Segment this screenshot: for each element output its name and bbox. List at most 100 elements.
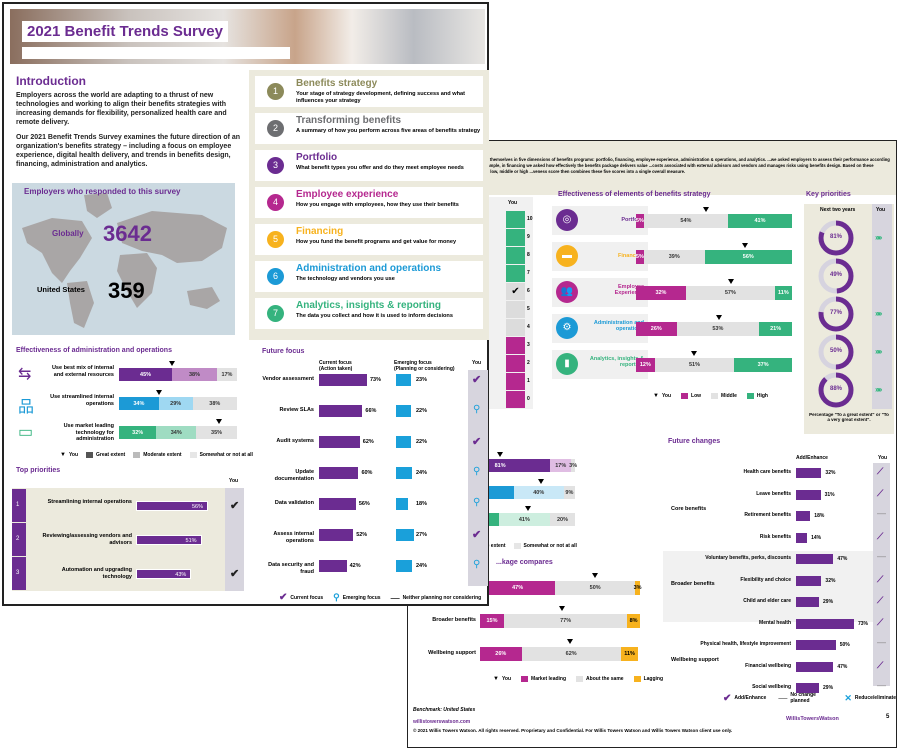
bar-segment: 47%	[480, 581, 556, 595]
admin-ops-heading: Effectiveness of administration and oper…	[16, 347, 172, 354]
bar-segment: 26%	[636, 322, 677, 336]
score-cell: ✔	[506, 283, 525, 300]
current-focus-bar	[319, 529, 354, 541]
sections-panel: 1 Benefits strategy Your stage of strategy…	[249, 70, 489, 340]
priority-donut: 49%	[817, 257, 855, 295]
score-level: 5	[527, 306, 530, 312]
future-changes-legend: ✔ Add/Enhance — No change planned ✕ Reduce/…	[723, 692, 896, 704]
current-focus-value: 56%	[358, 501, 370, 507]
score-cell	[506, 373, 525, 390]
top-priorities-heading: Top priorities	[16, 467, 61, 474]
you-marker-icon	[742, 243, 749, 248]
bar-segment: 11%	[620, 647, 639, 661]
score-level: 4	[527, 324, 530, 330]
section-6[interactable]: 6 Administration and operations The techno…	[255, 261, 483, 292]
emerging-focus-bar	[396, 405, 411, 417]
bar-segment: 17%	[550, 459, 572, 472]
you-marker-icon	[690, 351, 697, 356]
future-change-group-label: Wellbeing support	[671, 656, 719, 663]
bar-segment: 5%	[636, 214, 644, 228]
future-change-bar	[796, 640, 836, 650]
bar-segment: 34%	[156, 426, 197, 439]
section-description: What benefit types you offer and do they…	[296, 165, 464, 171]
donut-value: 50%	[829, 348, 842, 354]
money-icon: ▬	[556, 245, 578, 267]
gear-cycle-icon: ⚙	[556, 317, 578, 339]
admin-ops-bar: 32% 34% 35%	[119, 426, 237, 439]
magnifier-icon: ⚲	[473, 497, 481, 508]
bar-segment: 54%	[643, 214, 729, 228]
bar-segment: 50%	[555, 581, 636, 595]
us-count: 359	[108, 278, 145, 303]
section-number-badge: 6	[267, 268, 284, 285]
future-change-label: Voluntary benefits, perks, discounts	[705, 555, 791, 561]
you-marker-icon	[497, 452, 503, 457]
key-priorities-col: Next two years	[820, 207, 856, 213]
priority-donut: 77%	[817, 295, 855, 333]
section-7[interactable]: 7 Analytics, insights & reporting The data…	[255, 298, 483, 329]
score-level: 3	[527, 342, 530, 348]
section-number-badge: 3	[267, 157, 284, 174]
score-cell	[506, 319, 525, 336]
compares-heading: ...kage compares	[496, 559, 553, 566]
section-3[interactable]: 3 Portfolio What benefit types you offer a…	[255, 150, 483, 181]
bar-segment: 5%	[636, 250, 644, 264]
future-change-label: Physical health, lifestyle improvement	[700, 641, 791, 647]
section-2[interactable]: 2 Transforming benefits A summary of how y…	[255, 113, 483, 144]
priority-donut: 81%	[817, 219, 855, 257]
you-marker-icon	[728, 279, 735, 284]
add-enhance-icon: ⟋	[877, 573, 884, 584]
checkmark-icon: ✔	[472, 529, 482, 541]
donut-value: 81%	[829, 234, 842, 240]
compares-row-label: Broader benefits	[432, 617, 476, 623]
current-focus-value: 52%	[356, 532, 368, 538]
footer-copyright: © 2021 Willis Towers Watson. All rights …	[413, 728, 733, 733]
score-level: 10	[527, 216, 533, 222]
compares-bar: 15% 77% 8%	[480, 614, 640, 628]
you-marker-icon	[169, 361, 176, 366]
emerging-focus-bar	[396, 560, 412, 572]
future-change-bar	[796, 511, 811, 521]
add-enhance-icon: ⟋	[877, 659, 884, 670]
report-title: 2021 Benefit Trends Survey	[22, 21, 228, 42]
current-focus-bar	[319, 436, 360, 448]
future-change-label: Risk benefits	[759, 533, 791, 540]
bar-segment: 32%	[119, 426, 157, 439]
future-focus-you-label: You	[472, 360, 482, 366]
section-description: The data you collect and how it is used …	[296, 313, 453, 319]
footer-url[interactable]: willistowerswatson.com	[413, 719, 470, 725]
future-change-group-label: Core benefits	[671, 506, 707, 512]
score-cell	[506, 211, 525, 228]
priority-rank: 3	[12, 557, 26, 590]
bar-segment: 20%	[550, 513, 575, 526]
future-change-value: 47%	[837, 663, 848, 670]
top-priorities-you-label: You	[229, 478, 239, 484]
compares-row-label: Wellbeing support	[428, 650, 476, 656]
future-change-label: Child and elder care	[743, 598, 791, 604]
bar-segment: 41%	[498, 513, 550, 526]
no-change-icon: —	[877, 508, 886, 518]
magnifier-icon: ⚲	[473, 404, 481, 415]
future-change-value: 29%	[823, 599, 834, 605]
bar-segment: 56%	[704, 250, 792, 264]
future-change-label: Leave benefits	[756, 490, 791, 497]
bar-segment: 11%	[774, 286, 792, 300]
bar-segment: 21%	[759, 322, 792, 336]
future-focus-row-label: Update documentation	[274, 469, 314, 482]
future-focus-row-label: Review SLAs	[279, 407, 314, 413]
add-enhance-icon: ⟋	[877, 466, 884, 476]
bar-segment: 38%	[172, 368, 217, 381]
section-description: The technology and vendors you use	[296, 276, 395, 282]
arrows-exchange-icon: ⇆	[18, 366, 32, 383]
bar-segment: 35%	[196, 426, 237, 439]
section-4[interactable]: 4 Employee experience How you engage with …	[255, 187, 483, 218]
bar-segment: 12%	[636, 358, 655, 372]
section-1[interactable]: 1 Benefits strategy Your stage of strategy…	[255, 76, 483, 107]
future-change-bar	[796, 468, 822, 478]
checkmark-icon: ✔	[230, 568, 240, 580]
future-change-bar	[796, 554, 834, 564]
section-5[interactable]: 5 Financing How you fund the benefit progr…	[255, 224, 483, 255]
score-cell	[506, 301, 525, 318]
bar-segment: 37%	[734, 358, 792, 372]
score-level: 8	[527, 252, 530, 258]
